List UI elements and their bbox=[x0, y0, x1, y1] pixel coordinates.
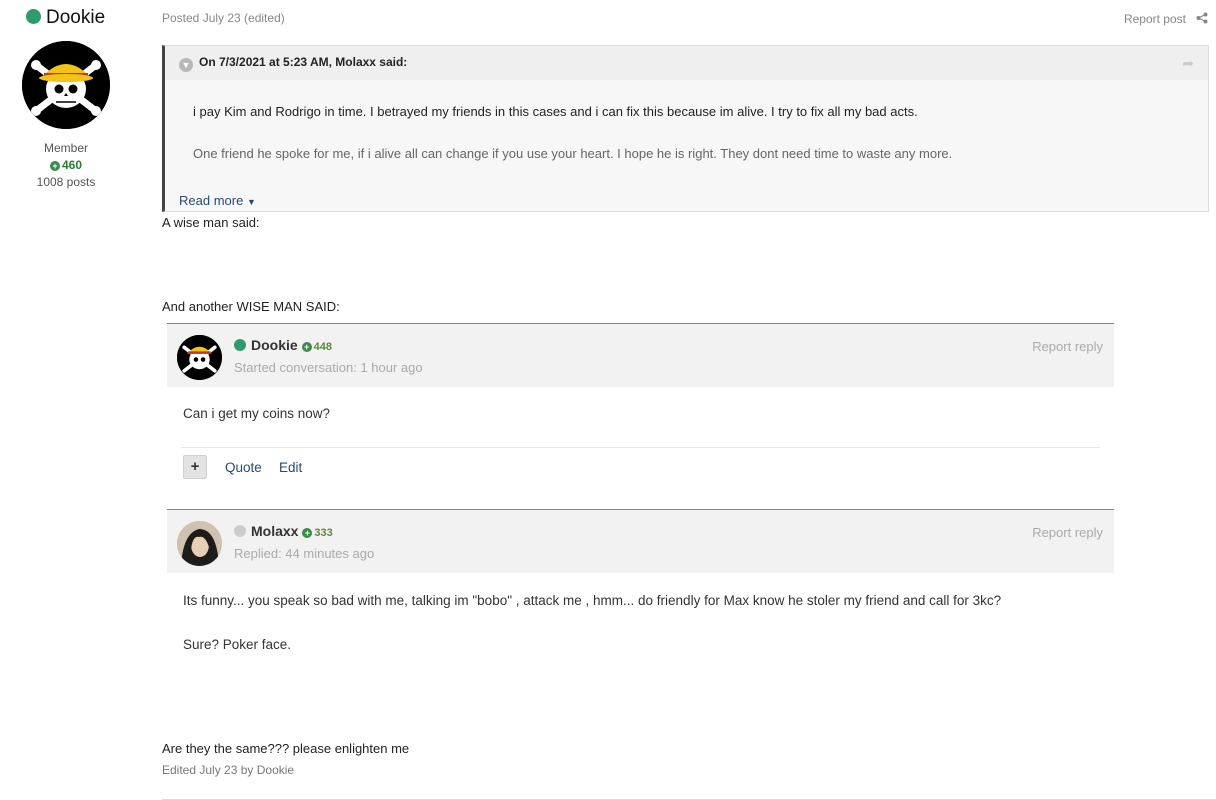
jolly-roger-icon bbox=[22, 41, 110, 129]
embed-message: Can i get my coins now? bbox=[183, 406, 331, 421]
edit-button[interactable]: Edit bbox=[279, 460, 302, 475]
report-post-link[interactable]: Report post bbox=[1124, 12, 1186, 26]
embed-timestamp: Started conversation: 1 hour ago bbox=[234, 360, 423, 375]
report-reply-link[interactable]: Report reply bbox=[1032, 525, 1103, 540]
quote-block: ▼ On 7/3/2021 at 5:23 AM, Molaxx said: ➦ … bbox=[162, 45, 1209, 212]
embed-header: Molaxx +333 Replied: 44 minutes ago Repo… bbox=[167, 510, 1114, 573]
author-name[interactable]: Dookie bbox=[251, 337, 298, 353]
embed-timestamp: Replied: 44 minutes ago bbox=[234, 546, 375, 561]
post-text-closing: Are they the same??? please enlighten me bbox=[162, 741, 410, 756]
reputation-value: 460 bbox=[61, 158, 83, 172]
go-to-quote-icon[interactable]: ➦ bbox=[1182, 55, 1194, 72]
plus-circle-icon: + bbox=[49, 161, 60, 171]
edited-note: Edited July 23 by Dookie bbox=[162, 763, 295, 777]
embedded-message-dookie: Dookie +448 Started conversation: 1 hour… bbox=[167, 323, 1114, 509]
divider bbox=[181, 447, 1100, 448]
embed-author[interactable]: Dookie +448 bbox=[234, 337, 332, 353]
quote-citation[interactable]: On 7/3/2021 at 5:23 AM, Molaxx said: bbox=[199, 55, 407, 69]
quote-text-line-2: One friend he spoke for me, if i alive a… bbox=[193, 146, 953, 161]
author-profile: Member +460 1008 posts bbox=[20, 140, 112, 191]
jolly-roger-icon bbox=[177, 335, 222, 380]
post-count: 1008 posts bbox=[36, 175, 96, 189]
reaction-button[interactable]: + bbox=[183, 455, 207, 479]
offline-status-icon bbox=[234, 525, 246, 537]
author-name[interactable]: Molaxx bbox=[251, 523, 298, 539]
quote-text-line-1: i pay Kim and Rodrigo in time. I betraye… bbox=[193, 104, 918, 119]
member-rank: Member bbox=[43, 141, 88, 155]
avatar[interactable] bbox=[177, 521, 222, 566]
avatar[interactable] bbox=[177, 335, 222, 380]
embed-header: Dookie +448 Started conversation: 1 hour… bbox=[167, 324, 1114, 387]
chevron-down-icon[interactable]: ▼ bbox=[179, 58, 193, 72]
caret-down-icon: ▼ bbox=[246, 197, 256, 207]
plus-circle-icon: + bbox=[302, 528, 313, 538]
plus-circle-icon: + bbox=[301, 342, 312, 352]
read-more-link[interactable]: Read more ▼ bbox=[179, 193, 256, 208]
post-date: Posted July 23 (edited) bbox=[162, 11, 285, 25]
author-name[interactable]: Dookie bbox=[46, 7, 105, 28]
embed-message-line-2: Sure? Poker face. bbox=[183, 637, 292, 652]
embed-author[interactable]: Molaxx +333 bbox=[234, 523, 333, 539]
online-status-icon bbox=[26, 9, 41, 24]
author-header: Dookie bbox=[26, 7, 105, 29]
reputation-badge: +333 bbox=[302, 527, 333, 539]
author-avatar[interactable] bbox=[22, 41, 110, 129]
share-icon[interactable] bbox=[1196, 12, 1208, 24]
embedded-message-molaxx: Molaxx +333 Replied: 44 minutes ago Repo… bbox=[167, 509, 1114, 699]
post-text-another: And another WISE MAN SAID: bbox=[162, 299, 340, 314]
reputation-badge: +460 bbox=[20, 157, 112, 174]
embed-message-line-1: Its funny... you speak so bad with me, t… bbox=[183, 593, 1002, 608]
reputation-badge: +448 bbox=[301, 341, 332, 353]
quote-header[interactable]: ▼ On 7/3/2021 at 5:23 AM, Molaxx said: bbox=[165, 46, 1208, 80]
quote-button[interactable]: Quote bbox=[225, 460, 262, 475]
online-status-icon bbox=[234, 339, 246, 351]
post-text-wise: A wise man said: bbox=[162, 215, 260, 230]
person-avatar-icon bbox=[177, 521, 222, 566]
report-reply-link[interactable]: Report reply bbox=[1032, 339, 1103, 354]
